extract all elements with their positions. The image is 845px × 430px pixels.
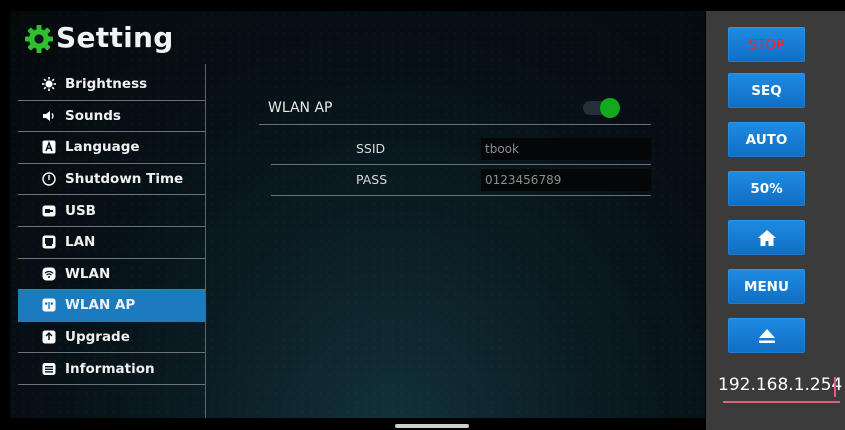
seq-button[interactable]: SEQ (728, 73, 805, 108)
power-icon (42, 172, 56, 186)
sidebar-item-label: WLAN (65, 265, 111, 282)
sidebar-item-label: LAN (65, 234, 96, 251)
home-icon (757, 229, 776, 246)
sidebar-item-label: Information (65, 360, 155, 377)
auto-button[interactable]: AUTO (728, 122, 805, 157)
wlan-ap-toggle[interactable] (583, 98, 620, 118)
sidebar-item-label: WLAN AP (65, 297, 136, 314)
title-bar: Setting (10, 11, 705, 64)
lan-icon (42, 235, 56, 249)
ssid-row: SSID tbook (271, 136, 651, 165)
sidebar-item-label: Brightness (65, 76, 148, 93)
gesture-bar[interactable] (395, 424, 469, 428)
eject-button[interactable] (728, 318, 805, 353)
ssid-field[interactable]: tbook (481, 138, 651, 160)
settings-sidebar: Brightness Sounds Language Shutdown Time… (18, 69, 206, 385)
information-icon (42, 362, 56, 376)
sidebar-item-lan[interactable]: LAN (18, 227, 206, 259)
sidebar-item-label: Language (65, 139, 140, 156)
sidebar-item-wlan[interactable]: WLAN (18, 259, 206, 291)
sidebar-item-label: USB (65, 202, 96, 219)
sidebar-item-language[interactable]: Language (18, 132, 206, 164)
toggle-knob (600, 98, 620, 118)
gear-icon (25, 25, 53, 53)
sidebar-item-information[interactable]: Information (18, 353, 206, 385)
divider (259, 124, 651, 125)
hotspot-icon (42, 298, 56, 312)
brightness-icon (42, 77, 56, 92)
sidebar-item-wlan-ap[interactable]: WLAN AP (18, 290, 206, 322)
text-cursor (834, 377, 836, 397)
pass-label: PASS (356, 172, 388, 187)
sidebar-item-label: Upgrade (65, 329, 130, 346)
control-panel: STOP SEQ AUTO 50% MENU 192.168.1.254 (706, 11, 845, 430)
sidebar-item-sounds[interactable]: Sounds (18, 101, 206, 133)
home-button[interactable] (728, 220, 805, 255)
wifi-icon (42, 267, 56, 281)
ssid-label: SSID (356, 141, 386, 156)
sidebar-item-upgrade[interactable]: Upgrade (18, 322, 206, 354)
usb-icon (42, 204, 56, 218)
speaker-icon (42, 109, 56, 123)
percent-button[interactable]: 50% (728, 171, 805, 206)
pass-field[interactable]: 0123456789 (481, 169, 651, 191)
sidebar-item-label: Shutdown Time (65, 171, 184, 188)
page-title: Setting (56, 21, 174, 54)
ip-address-input[interactable]: 192.168.1.254 (718, 375, 842, 395)
eject-icon (758, 328, 775, 343)
stop-button[interactable]: STOP (728, 27, 805, 62)
sidebar-item-shutdown-time[interactable]: Shutdown Time (18, 164, 206, 196)
sidebar-item-usb[interactable]: USB (18, 195, 206, 227)
wlan-ap-title: WLAN AP (268, 100, 333, 116)
settings-screen: Setting Brightness Sounds Language Shutd… (10, 11, 705, 418)
input-underline (723, 401, 840, 403)
sidebar-item-brightness[interactable]: Brightness (18, 69, 206, 101)
pass-row: PASS 0123456789 (271, 167, 651, 196)
upgrade-icon (42, 330, 56, 344)
menu-button[interactable]: MENU (728, 269, 805, 304)
sidebar-item-label: Sounds (65, 107, 121, 124)
language-icon (42, 140, 56, 154)
sidebar-divider (205, 64, 206, 418)
